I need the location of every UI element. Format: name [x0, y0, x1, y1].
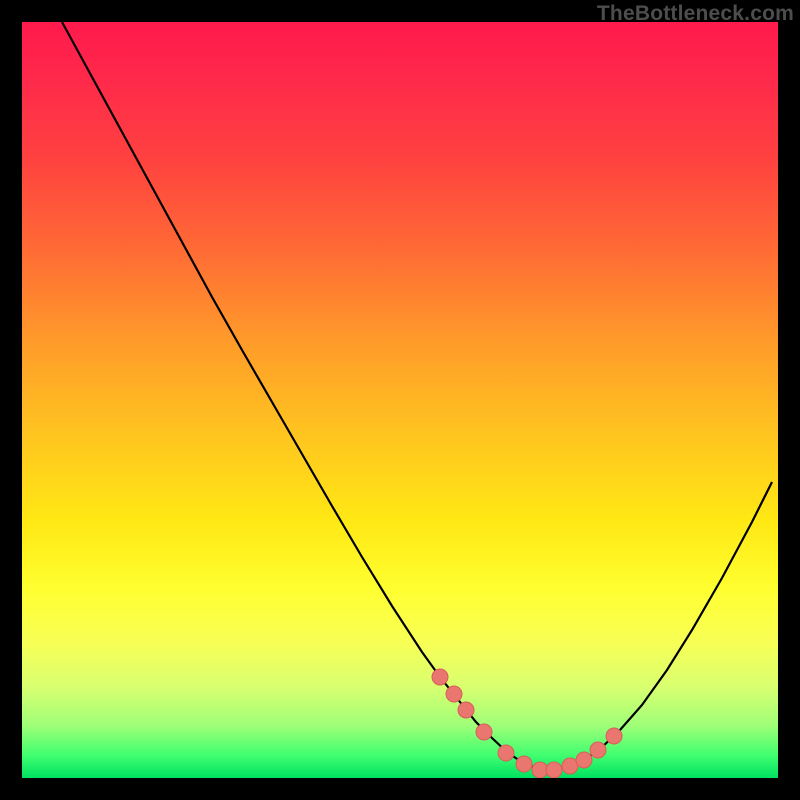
data-point-marker: [446, 686, 462, 702]
data-point-marker: [590, 742, 606, 758]
data-point-marker: [546, 762, 562, 778]
data-point-marker: [432, 669, 448, 685]
data-point-marker: [576, 752, 592, 768]
data-point-marker: [498, 745, 514, 761]
data-point-marker: [458, 702, 474, 718]
data-point-markers: [432, 669, 622, 778]
chart-frame: [22, 22, 778, 778]
data-point-marker: [476, 724, 492, 740]
chart-svg: [22, 22, 778, 778]
bottleneck-curve: [62, 22, 772, 770]
data-point-marker: [516, 756, 532, 772]
watermark-text: TheBottleneck.com: [597, 2, 794, 26]
data-point-marker: [606, 728, 622, 744]
